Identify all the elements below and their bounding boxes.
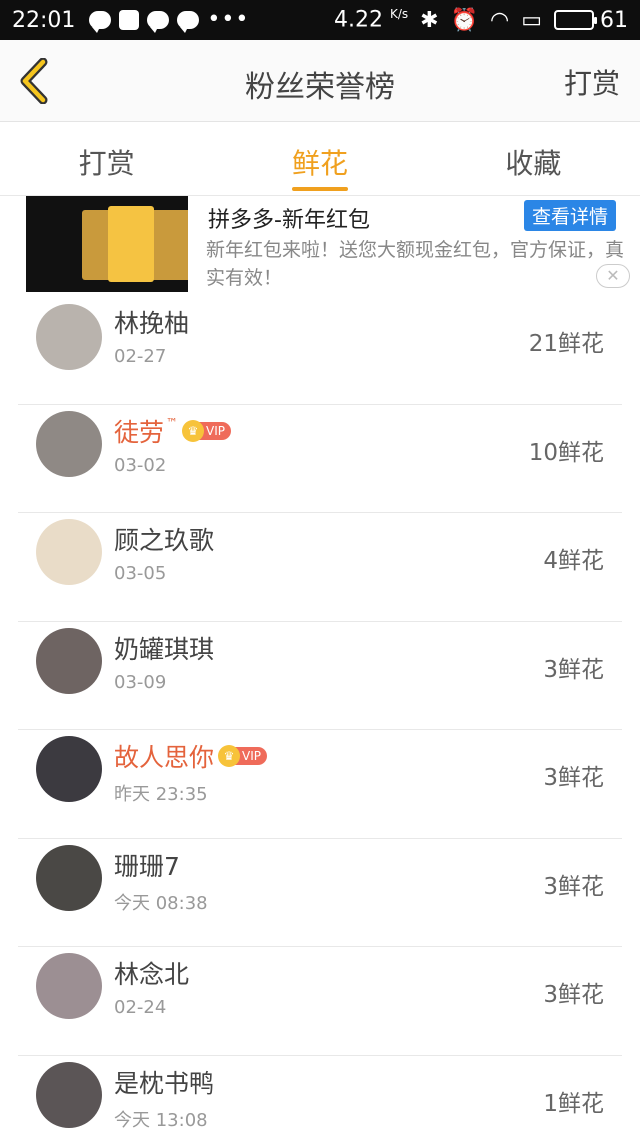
list-item[interactable]: 故人思你 ♛ VIP 昨天 23:35 3鲜花	[18, 730, 622, 839]
notification-icons: •••	[89, 7, 250, 33]
fan-name: 林挽柚	[114, 309, 190, 338]
list-item[interactable]: 徒劳 ™ ♛ VIP 03-02 10鲜花	[18, 405, 622, 513]
fan-date: 今天 08:38	[114, 892, 208, 914]
crown-icon: ♛	[218, 745, 241, 767]
avatar[interactable]	[36, 627, 102, 694]
bluetooth-icon: ✱	[420, 7, 439, 33]
ad-banner[interactable]: 拼多多-新年红包 查看详情 新年红包来啦！送您大额现金红包，官方保证，真实有效！…	[0, 196, 640, 296]
trademark-mark: ™	[166, 415, 179, 430]
wifi-icon: ◠	[490, 7, 510, 33]
ad-details-button[interactable]: 查看详情	[523, 200, 616, 231]
avatar[interactable]	[36, 410, 102, 477]
status-bar: 22:01 ••• 4.22 K/s ✱ ⏰ ◠ ▭ 61	[0, 0, 640, 40]
fan-name: 顾之玖歌	[114, 526, 215, 555]
battery-icon	[554, 10, 597, 30]
avatar[interactable]	[36, 953, 102, 1019]
nav-header: 粉丝荣誉榜 打赏	[0, 40, 640, 122]
flower-count: 3鲜花	[543, 982, 604, 1008]
network-speed: 4.22 K/s	[334, 7, 409, 33]
avatar[interactable]	[36, 736, 102, 802]
chat-icon	[89, 11, 112, 33]
battery-level: 61	[600, 7, 628, 33]
screen-rotate-icon: ▭	[521, 7, 542, 33]
fan-name: 珊珊7	[114, 851, 180, 881]
tab-reward[interactable]: 打赏	[0, 122, 213, 195]
vip-badge: ♛ VIP	[218, 745, 267, 767]
fan-date: 03-05	[114, 563, 167, 584]
list-item[interactable]: 林念北 02-24 3鲜花	[18, 947, 622, 1056]
fan-date: 昨天 23:35	[114, 784, 208, 805]
alarm-icon: ⏰	[450, 7, 478, 33]
avatar[interactable]	[36, 304, 102, 370]
list-item[interactable]: 林挽柚 02-27 21鲜花	[18, 296, 622, 405]
battery-indicator: 61	[554, 8, 628, 33]
flower-count: 3鲜花	[543, 765, 604, 791]
tab-active-indicator	[291, 187, 348, 191]
status-time: 22:01	[12, 7, 76, 33]
flower-count: 3鲜花	[543, 873, 604, 900]
qq-icon	[119, 10, 140, 30]
avatar[interactable]	[36, 844, 102, 911]
list-item[interactable]: 珊珊7 今天 08:38 3鲜花	[18, 839, 622, 947]
fan-date: 今天 13:08	[114, 1109, 208, 1131]
tab-flowers[interactable]: 鲜花	[213, 122, 426, 195]
fan-date: 03-02	[114, 454, 167, 476]
ad-description: 新年红包来啦！送您大额现金红包，官方保证，真实有效！	[206, 239, 625, 289]
ad-close-button[interactable]: ✕	[596, 264, 630, 288]
flower-count: 1鲜花	[543, 1090, 604, 1117]
avatar[interactable]	[36, 519, 102, 585]
ad-image	[26, 196, 188, 292]
fan-date: 02-24	[114, 997, 167, 1018]
fan-date: 03-09	[114, 671, 167, 693]
fan-name: 故人思你	[114, 743, 215, 772]
close-icon: ✕	[606, 266, 620, 285]
list-item[interactable]: 顾之玖歌 03-05 4鲜花	[18, 513, 622, 622]
reward-button[interactable]: 打赏	[564, 62, 620, 102]
tab-collection[interactable]: 收藏	[427, 122, 640, 195]
tab-bar: 打赏 鲜花 收藏	[0, 122, 640, 196]
flower-count: 21鲜花	[528, 331, 604, 357]
flower-count: 4鲜花	[543, 548, 604, 574]
fan-list: 林挽柚 02-27 21鲜花 徒劳 ™ ♛ VIP 03-02 10鲜花 顾之玖歌 …	[0, 296, 640, 1138]
fan-date: 02-27	[114, 346, 167, 367]
fan-name: 奶罐琪琪	[114, 634, 215, 664]
vip-badge: ♛ VIP	[182, 419, 231, 442]
ad-title: 拼多多-新年红包	[208, 208, 370, 233]
page-title: 粉丝荣誉榜	[245, 70, 395, 105]
message-icon	[177, 11, 200, 33]
fan-name: 林念北	[114, 960, 190, 989]
flower-count: 10鲜花	[528, 439, 604, 466]
fan-name: 徒劳	[114, 417, 165, 447]
more-notifications-icon: •••	[207, 7, 250, 32]
fan-name: 是枕书鸭	[114, 1068, 215, 1098]
list-item[interactable]: 是枕书鸭 今天 13:08 1鲜花	[18, 1056, 622, 1138]
list-item[interactable]: 奶罐琪琪 03-09 3鲜花	[18, 622, 622, 730]
crown-icon: ♛	[182, 419, 205, 442]
avatar[interactable]	[36, 1061, 102, 1128]
wechat-icon	[147, 11, 170, 33]
flower-count: 3鲜花	[543, 656, 604, 683]
